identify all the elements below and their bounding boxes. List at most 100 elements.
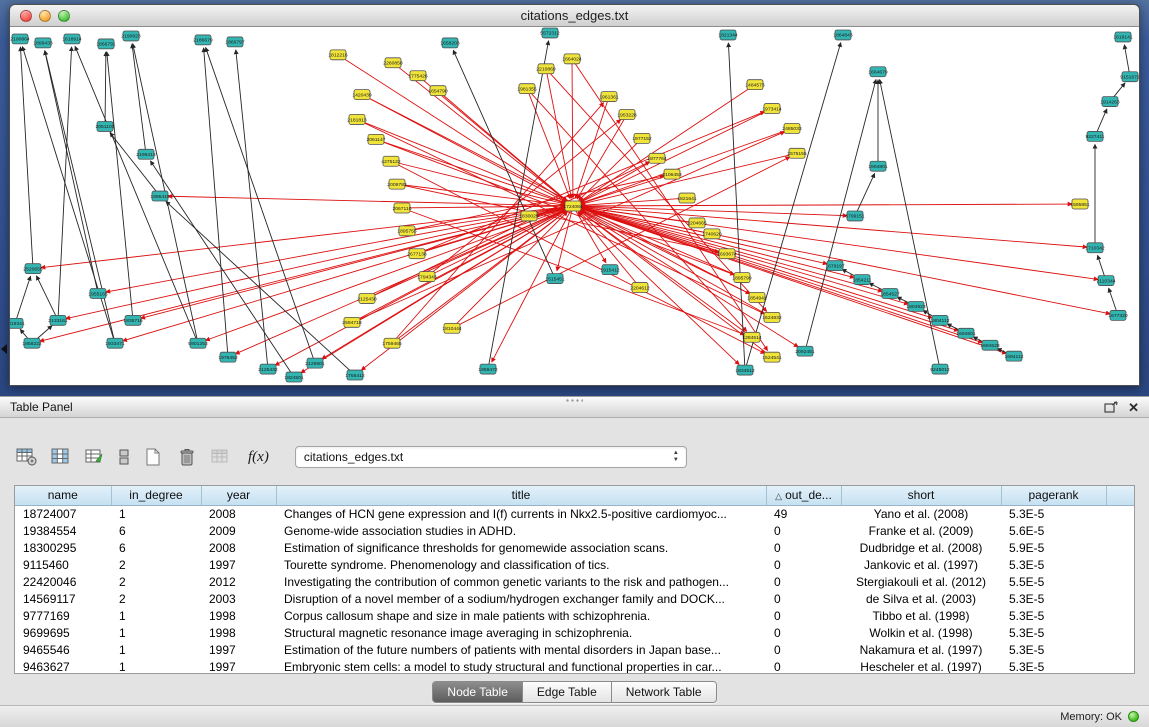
graph-node[interactable]: 2520655 (23, 264, 43, 274)
graph-node[interactable]: 2133161 (48, 315, 68, 325)
graph-node[interactable]: 9151672 (1120, 72, 1139, 82)
graph-node[interactable]: 2677138 (407, 249, 427, 259)
window-minimize-button[interactable] (39, 10, 51, 22)
graph-node[interactable]: 2190864 (10, 34, 30, 44)
graph-node[interactable]: 1804112 (930, 315, 949, 325)
delete-column-button[interactable] (174, 444, 200, 470)
graph-node[interactable]: 1976452 (218, 352, 238, 362)
graph-node[interactable]: 2092451 (795, 346, 815, 356)
graph-node[interactable]: 1914263 (1100, 97, 1120, 107)
graph-node[interactable]: 6799151 (845, 211, 865, 221)
graph-node[interactable]: 1804923 (906, 301, 926, 311)
float-panel-icon[interactable] (1104, 401, 1118, 413)
graph-node[interactable]: 1866791 (96, 39, 116, 49)
graph-node[interactable]: 1866797 (225, 37, 245, 47)
graph-node[interactable]: 1854527 (880, 289, 900, 299)
graph-node[interactable]: 2125430 (357, 294, 377, 304)
graph-node[interactable]: 2110344 (1096, 276, 1115, 286)
tab-node-table[interactable]: Node Table (433, 682, 523, 702)
graph-node[interactable]: 2061147 (366, 134, 385, 144)
graph-node[interactable]: 1955165 (88, 289, 108, 299)
graph-node[interactable]: 2186679 (193, 35, 213, 45)
graph-node[interactable]: 1694628 (980, 340, 1000, 350)
graph-node[interactable]: 1694601 (956, 328, 976, 338)
graph-node[interactable]: 1973414 (762, 104, 782, 114)
graph-node[interactable]: 1834512 (735, 365, 755, 375)
close-panel-icon[interactable]: ✕ (1128, 401, 1139, 414)
graph-node[interactable]: 1420439 (352, 90, 372, 100)
table-row[interactable]: 1456911722003Disruption of a novel membe… (15, 590, 1134, 607)
column-header-in-degree[interactable]: in_degree (111, 486, 201, 505)
rows-button[interactable] (116, 444, 132, 470)
graph-node[interactable]: 1933471 (105, 338, 125, 348)
function-builder-button[interactable]: f(x) (248, 449, 269, 466)
graph-node[interactable]: 1821344 (718, 30, 738, 40)
graph-node[interactable]: 1824501 (284, 372, 304, 382)
graph-node[interactable]: 2125432 (258, 364, 278, 374)
graph-node[interactable]: 2125901 (305, 358, 325, 368)
panel-collapse-arrow[interactable] (1, 344, 7, 354)
graph-node[interactable]: 1679197 (825, 261, 845, 271)
table-row[interactable]: 977716911998Corpus callosum shape and si… (15, 607, 1134, 624)
graph-node[interactable]: 1484573 (745, 80, 765, 90)
graph-node[interactable]: 1524541 (762, 352, 782, 362)
graph-node[interactable]: 1664679 (868, 67, 888, 77)
graph-node[interactable]: 1618914 (62, 34, 82, 44)
table-row[interactable]: 946554611997Estimation of the future num… (15, 641, 1134, 658)
column-header-short[interactable]: short (841, 486, 1001, 505)
graph-node[interactable]: 2106453 (662, 169, 682, 179)
graph-node[interactable]: 2051103 (95, 121, 114, 131)
graph-node[interactable]: 1961361 (599, 92, 619, 102)
graph-node[interactable]: 1694112 (1004, 351, 1023, 361)
table-row[interactable]: 1830029562008Estimation of significance … (15, 539, 1134, 556)
graph-node[interactable]: 2260858 (383, 58, 403, 68)
graph-node[interactable]: 1677320 (1108, 310, 1128, 320)
window-close-button[interactable] (20, 10, 32, 22)
graph-node[interactable]: 1994801 (868, 161, 888, 171)
graph-node[interactable]: 1864843 (833, 30, 853, 40)
graph-node[interactable]: 5901253 (188, 338, 208, 348)
graph-node[interactable]: 1759465 (382, 338, 402, 348)
table-row[interactable]: 969969511998Structural magnetic resonanc… (15, 624, 1134, 641)
network-window-titlebar[interactable]: citations_edges.txt (10, 5, 1139, 27)
network-canvas[interactable]: 1724084181221622608581775426165479014204… (10, 27, 1139, 385)
graph-node[interactable]: 1619141 (1113, 32, 1133, 42)
graph-node[interactable]: 1830029 (519, 211, 539, 221)
graph-node[interactable]: 1959472 (478, 364, 498, 374)
graph-node[interactable]: 2204612 (630, 283, 650, 293)
graph-node[interactable]: 1854211 (852, 275, 871, 285)
graph-node[interactable]: 1693674 (717, 249, 737, 259)
splitter-handle[interactable] (565, 398, 583, 403)
graph-node[interactable]: 1654790 (428, 86, 448, 96)
graph-node[interactable]: 5572312 (540, 28, 560, 38)
graph-node[interactable]: 1895799 (732, 273, 752, 283)
graph-node[interactable]: 2067110 (392, 203, 411, 213)
graph-node[interactable]: 1658203 (440, 38, 460, 48)
import-table-button[interactable] (208, 444, 234, 470)
graph-node[interactable]: 1775426 (408, 71, 428, 81)
graph-node[interactable]: 1899433 (33, 38, 53, 48)
graph-node[interactable]: 2210869 (536, 64, 556, 74)
graph-node[interactable]: 1977152 (632, 133, 652, 143)
graph-node[interactable]: 1819341 (10, 318, 25, 328)
graph-node[interactable]: 1595851 (1070, 199, 1090, 209)
graph-node[interactable]: 1836716 (123, 315, 143, 325)
column-header-name[interactable]: name (15, 486, 111, 505)
graph-node[interactable]: 1810444 (442, 323, 462, 333)
graph-node[interactable]: 1915412 (600, 265, 620, 275)
graph-node[interactable]: 2485033 (782, 123, 802, 133)
column-header-title[interactable]: title (276, 486, 766, 505)
tab-network-table[interactable]: Network Table (612, 682, 716, 702)
graph-node[interactable]: 1981355 (517, 84, 537, 94)
graph-node[interactable]: 1895415 (150, 191, 170, 201)
graph-node[interactable]: 9227411 (1085, 131, 1104, 141)
graph-node[interactable]: 1515451 (545, 274, 565, 284)
create-column-button[interactable] (140, 444, 166, 470)
show-columns-button[interactable] (48, 444, 74, 470)
graph-node[interactable]: 1624832 (762, 312, 782, 322)
graph-node[interactable]: 1794343 (417, 272, 437, 282)
graph-node[interactable]: 1854941 (747, 293, 767, 303)
graph-node[interactable]: 1710342 (1085, 243, 1105, 253)
graph-node[interactable]: 2009783 (387, 179, 407, 189)
table-settings-button[interactable] (14, 444, 40, 470)
